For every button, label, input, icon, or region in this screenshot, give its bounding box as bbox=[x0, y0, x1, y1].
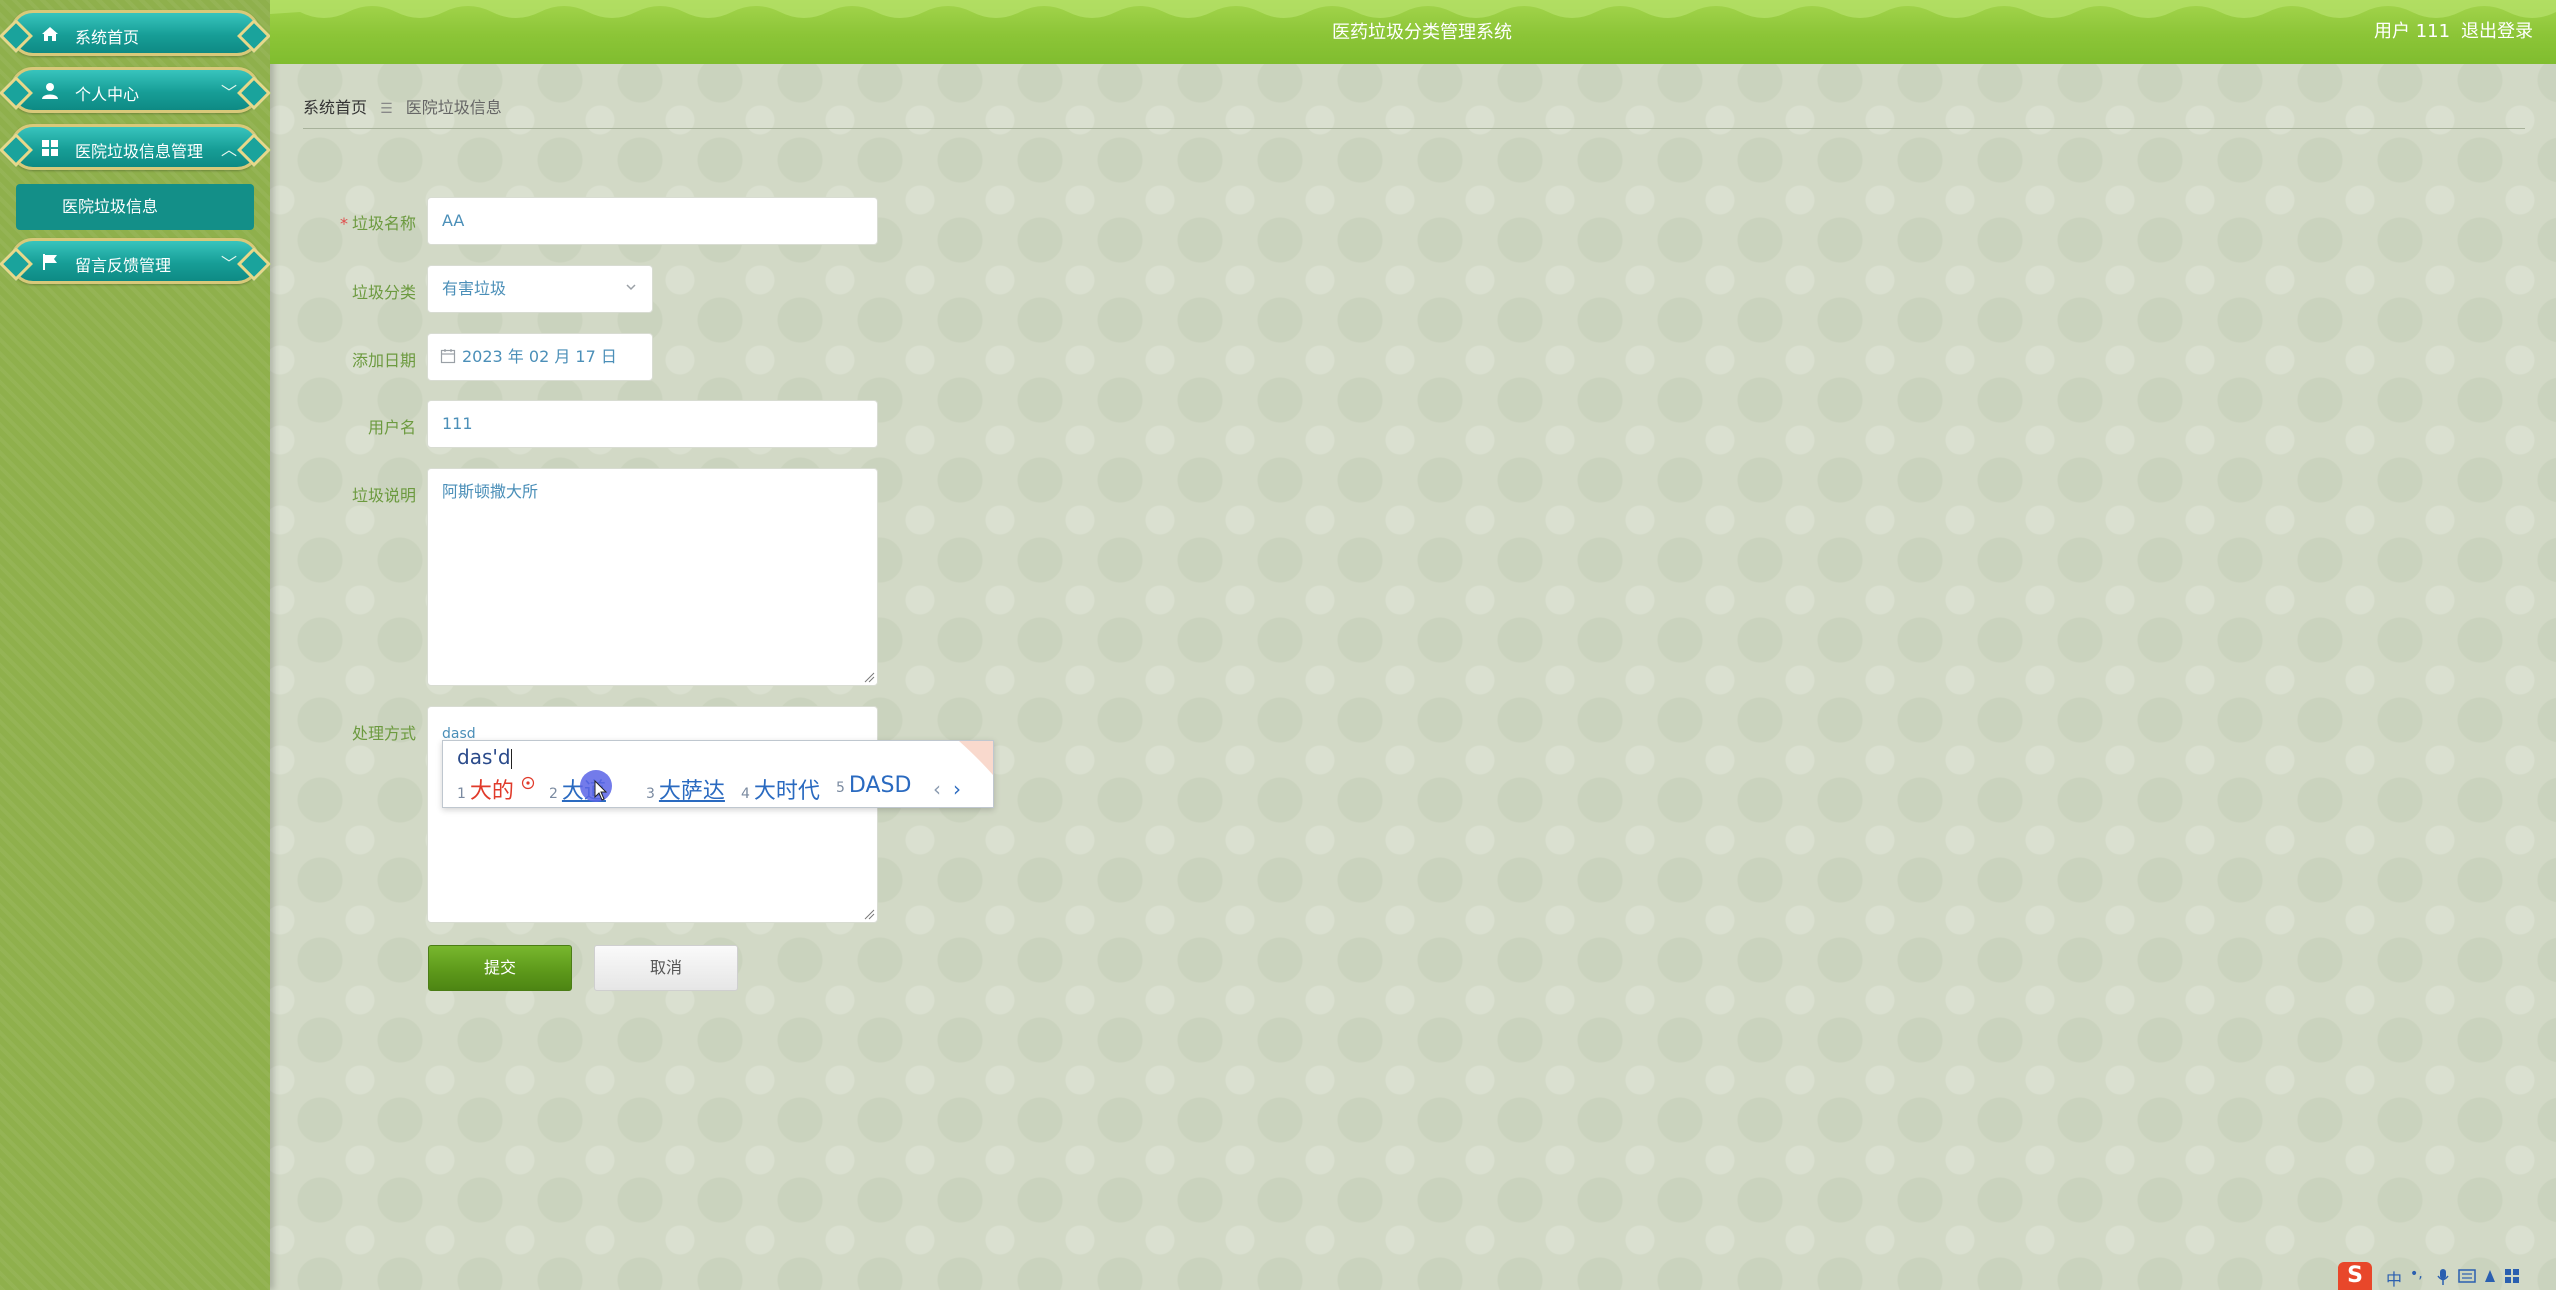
sogou-logo-icon[interactable]: S bbox=[2338, 1262, 2372, 1290]
keyboard-icon[interactable] bbox=[2458, 1268, 2476, 1284]
breadcrumb-divider bbox=[303, 128, 2525, 129]
ime-skin-decoration bbox=[959, 741, 993, 775]
toolbox-grid-icon[interactable] bbox=[2504, 1268, 2520, 1284]
microphone-icon[interactable] bbox=[2436, 1268, 2450, 1286]
username-input[interactable]: 111 bbox=[427, 400, 878, 448]
top-header: 医药垃圾分类管理系统 用户 111 退出登录 bbox=[270, 0, 2556, 64]
waste-name-label: * 垃圾名称 bbox=[339, 214, 416, 233]
sidebar: 系统首页 个人中心 ﹀ 医院垃圾信息管理 ︿ 医院垃圾信息 留言反馈管理 ﹀ bbox=[0, 0, 270, 1290]
skin-icon[interactable] bbox=[2482, 1268, 2498, 1284]
waste-description-textarea[interactable]: 阿斯顿撒大所 bbox=[427, 468, 878, 686]
grid-icon bbox=[42, 140, 58, 156]
waste-category-label: 垃圾分类 bbox=[351, 283, 416, 302]
sidebar-subitem-waste-info[interactable]: 医院垃圾信息 bbox=[16, 184, 254, 230]
sidebar-item-feedback-management[interactable]: 留言反馈管理 ﹀ bbox=[10, 238, 260, 284]
ime-punctuation-toggle[interactable]: •, bbox=[2410, 1266, 2423, 1282]
submit-button[interactable]: 提交 bbox=[428, 945, 572, 991]
chevron-down-icon: ﹀ bbox=[220, 254, 237, 273]
logout-link[interactable]: 退出登录 bbox=[2461, 17, 2533, 43]
chevron-down-icon: ﹀ bbox=[220, 83, 237, 102]
ime-language-toggle[interactable]: 中 bbox=[2386, 1266, 2402, 1290]
disposal-method-label: 处理方式 bbox=[351, 724, 416, 743]
cancel-button[interactable]: 取消 bbox=[594, 945, 738, 991]
breadcrumb-separator-icon: ☰ bbox=[380, 101, 393, 117]
sidebar-item-label: 系统首页 bbox=[75, 28, 140, 47]
sidebar-item-label: 个人中心 bbox=[75, 85, 140, 104]
add-date-label: 添加日期 bbox=[351, 351, 416, 370]
waste-category-select[interactable]: 有害垃圾 bbox=[427, 265, 653, 313]
ime-candidate-popup: das'd 1大的 2大道 3大萨达 4大时代 5DASD ‹ › bbox=[442, 740, 994, 808]
user-icon bbox=[42, 83, 58, 99]
ime-candidate-1[interactable]: 1 大的 bbox=[457, 773, 535, 805]
waste-description-label: 垃圾说明 bbox=[351, 486, 416, 505]
home-icon bbox=[42, 27, 58, 41]
waste-category-value: 有害垃圾 bbox=[442, 279, 507, 298]
ime-next-page-icon[interactable]: › bbox=[953, 777, 961, 801]
flag-icon bbox=[43, 254, 57, 270]
ime-toolbar: S 中 •, bbox=[2338, 1262, 2556, 1290]
disposal-method-textarea[interactable]: dasd bbox=[427, 706, 878, 923]
chevron-up-icon: ︿ bbox=[220, 140, 237, 159]
ime-prev-page-icon[interactable]: ‹ bbox=[933, 777, 941, 801]
breadcrumb: 系统首页 ☰ 医院垃圾信息 bbox=[303, 94, 502, 118]
waste-name-input[interactable]: AA bbox=[427, 197, 878, 245]
sidebar-item-personal-center[interactable]: 个人中心 ﹀ bbox=[10, 67, 260, 113]
ime-candidate-3[interactable]: 3 大萨达 bbox=[646, 773, 725, 805]
sidebar-item-label: 留言反馈管理 bbox=[75, 256, 172, 275]
add-date-picker[interactable]: 2023 年 02 月 17 日 bbox=[427, 333, 653, 381]
sidebar-item-waste-info-management[interactable]: 医院垃圾信息管理 ︿ bbox=[10, 124, 260, 170]
ime-candidate-5[interactable]: 5 DASD bbox=[836, 773, 911, 798]
resize-grip-icon[interactable] bbox=[863, 671, 875, 683]
calendar-icon bbox=[440, 349, 456, 364]
username-label: 用户名 bbox=[367, 418, 416, 437]
ime-candidate-4[interactable]: 4 大时代 bbox=[741, 773, 820, 805]
sidebar-item-home[interactable]: 系统首页 bbox=[10, 10, 260, 56]
current-user-label: 用户 111 bbox=[2374, 21, 2451, 42]
chevron-down-icon bbox=[626, 284, 636, 291]
required-mark: * bbox=[339, 214, 348, 233]
text-cursor bbox=[510, 748, 512, 769]
ime-composition-text: das'd bbox=[457, 745, 512, 769]
breadcrumb-home-link[interactable]: 系统首页 bbox=[303, 98, 367, 117]
sidebar-item-label: 医院垃圾信息管理 bbox=[75, 142, 204, 161]
waste-description-value: 阿斯顿撒大所 bbox=[442, 482, 539, 501]
add-date-value: 2023 年 02 月 17 日 bbox=[462, 347, 617, 366]
app-title: 医药垃圾分类管理系统 bbox=[1332, 22, 1512, 43]
resize-grip-icon[interactable] bbox=[863, 908, 875, 920]
mouse-pointer-icon bbox=[594, 780, 608, 801]
smart-suggest-icon bbox=[521, 776, 535, 789]
breadcrumb-current: 医院垃圾信息 bbox=[405, 98, 502, 117]
